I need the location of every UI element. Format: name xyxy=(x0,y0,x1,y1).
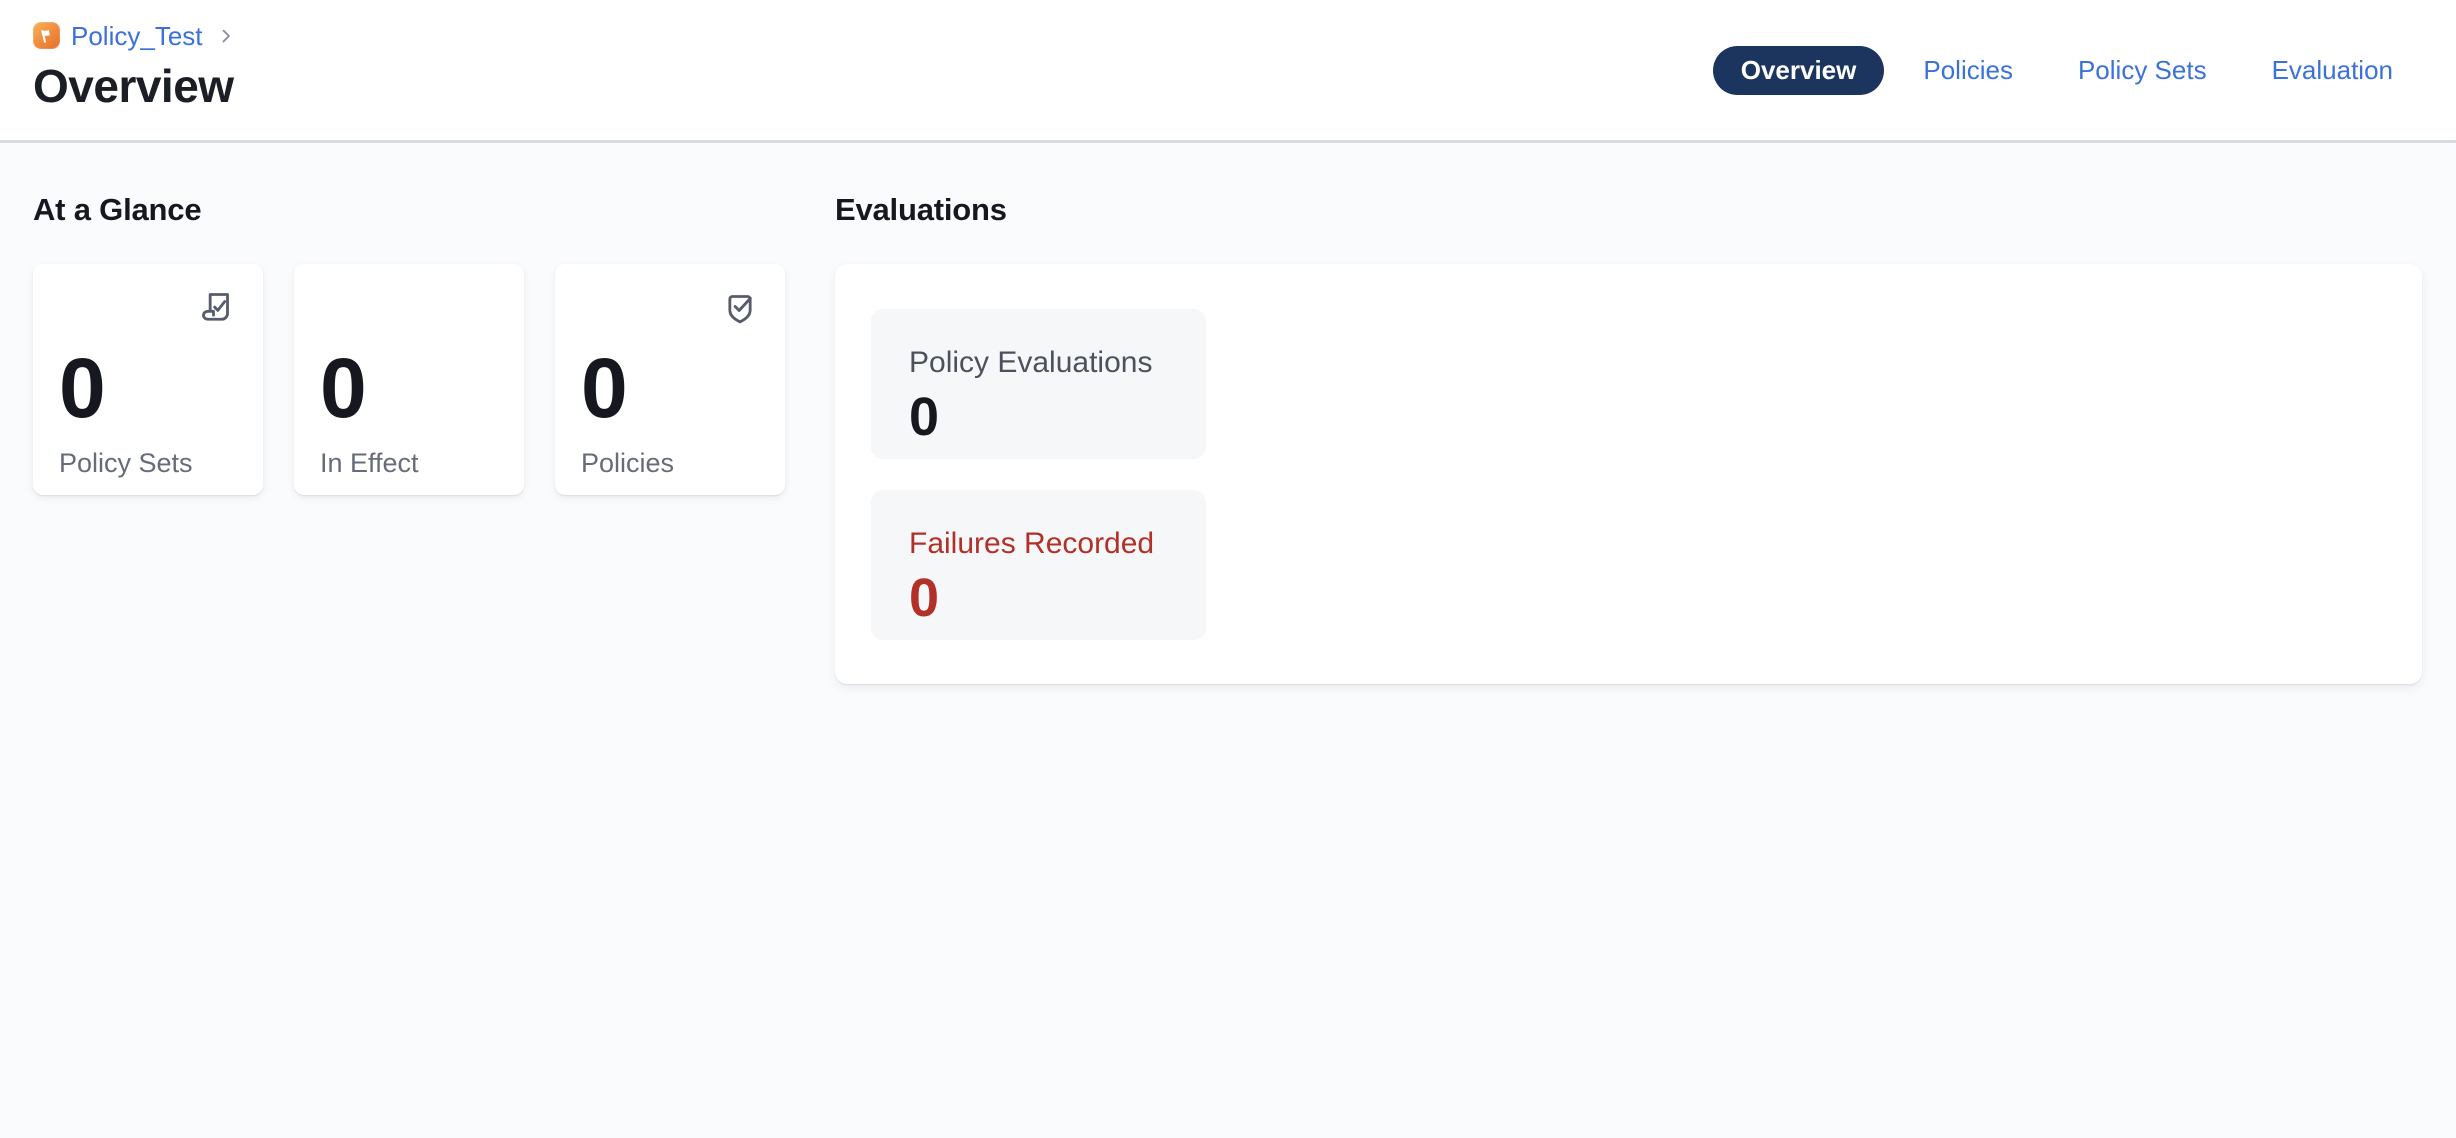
page-title: Overview xyxy=(33,61,236,112)
stat-value: 0 xyxy=(581,346,759,430)
tab-overview[interactable]: Overview xyxy=(1713,46,1885,95)
scroll-check-icon xyxy=(198,289,238,329)
stat-value: 0 xyxy=(320,346,498,430)
stat-card-in-effect: 0 In Effect xyxy=(294,264,524,495)
stat-label: Policies xyxy=(581,447,759,479)
stat-card-policy-sets: 0 Policy Sets xyxy=(33,264,263,495)
stat-card-policies: 0 Policies xyxy=(555,264,785,495)
at-a-glance-cards: 0 Policy Sets 0 In Effect 0 Polici xyxy=(33,264,786,495)
at-a-glance-section: At a Glance 0 Policy Sets 0 In Effect xyxy=(33,191,786,684)
stat-label: In Effect xyxy=(320,447,498,479)
shield-check-icon xyxy=(720,289,760,329)
eval-value: 0 xyxy=(909,571,1206,625)
main-content: At a Glance 0 Policy Sets 0 In Effect xyxy=(0,143,2456,684)
eval-value: 0 xyxy=(909,390,1206,444)
evaluations-panel: Policy Evaluations 0 Failures Recorded 0 xyxy=(835,264,2422,684)
header-left: Policy_Test Overview xyxy=(33,0,236,140)
flag-icon xyxy=(33,22,60,49)
eval-card-failures-recorded: Failures Recorded 0 xyxy=(871,490,1206,640)
tab-evaluation[interactable]: Evaluation xyxy=(2272,57,2393,83)
top-nav: Overview Policies Policy Sets Evaluation xyxy=(1713,0,2393,140)
tab-policy-sets[interactable]: Policy Sets xyxy=(2078,57,2207,83)
breadcrumb-project-link[interactable]: Policy_Test xyxy=(71,23,203,49)
breadcrumb: Policy_Test xyxy=(33,22,236,49)
page-header: Policy_Test Overview Overview Policies P… xyxy=(0,0,2456,143)
eval-card-policy-evaluations: Policy Evaluations 0 xyxy=(871,309,1206,459)
eval-label: Policy Evaluations xyxy=(909,346,1206,379)
eval-label: Failures Recorded xyxy=(909,527,1206,560)
evaluations-heading: Evaluations xyxy=(835,191,2422,229)
stat-label: Policy Sets xyxy=(59,447,237,479)
tab-policies[interactable]: Policies xyxy=(1923,57,2013,83)
stat-value: 0 xyxy=(59,346,237,430)
chevron-right-icon xyxy=(216,26,236,46)
policy-overview-page: Policy_Test Overview Overview Policies P… xyxy=(0,0,2456,684)
at-a-glance-heading: At a Glance xyxy=(33,191,786,229)
evaluations-section: Evaluations Policy Evaluations 0 Failure… xyxy=(835,191,2422,684)
